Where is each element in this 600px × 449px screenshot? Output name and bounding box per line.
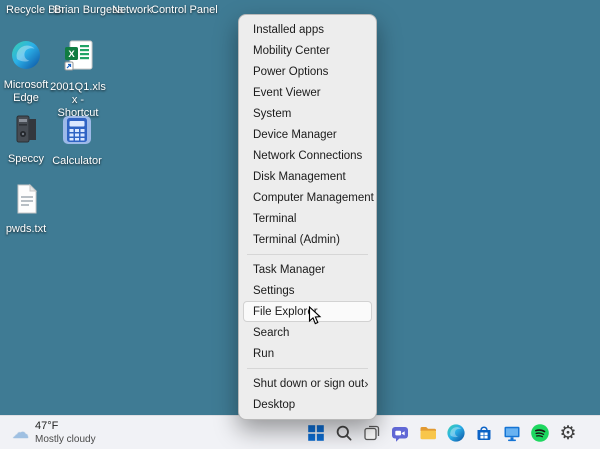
cloud-icon: ☁ [12,423,29,443]
file-explorer-button[interactable] [416,419,440,447]
windows-logo-icon [306,423,326,443]
edge-icon [446,423,466,443]
desktop-icon-label: pwds.txt [6,223,46,236]
desktop-icon-pwds-txt[interactable]: pwds.txt [1,183,51,236]
text-file-icon [10,183,42,220]
microsoft-store-icon [474,423,494,443]
submenu-chevron-icon: › [364,377,368,390]
display-app-button[interactable] [500,419,524,447]
menu-item-desktop[interactable]: Desktop [243,394,372,415]
menu-item-task-manager[interactable]: Task Manager [243,259,372,280]
menu-item-search[interactable]: Search [243,322,372,343]
task-view-button[interactable] [360,419,384,447]
desktop-icon-edge[interactable]: Microsoft Edge [1,39,51,105]
file-explorer-icon [418,423,438,443]
desktop-icon-speccy[interactable]: Speccy [1,113,51,166]
gear-icon: ⚙ [559,424,576,443]
weather-temperature: 47°F [35,420,96,433]
menu-item-shutdown-signout[interactable]: Shut down or sign out › [243,373,372,394]
start-button[interactable] [304,419,328,447]
speccy-icon [10,113,42,150]
svg-text:X: X [68,49,75,60]
weather-widget[interactable]: ☁ 47°F Mostly cloudy [8,419,100,447]
calculator-icon [60,113,94,152]
spotify-button[interactable] [528,419,552,447]
menu-item-system[interactable]: System [243,103,372,124]
menu-item-installed-apps[interactable]: Installed apps [243,19,372,40]
chat-button[interactable] [388,419,412,447]
spotify-icon [530,423,550,443]
edge-button[interactable] [444,419,468,447]
chat-icon [390,423,410,443]
menu-item-run[interactable]: Run [243,343,372,364]
menu-item-event-viewer[interactable]: Event Viewer [243,82,372,103]
menu-separator [247,368,368,369]
search-button[interactable] [332,419,356,447]
weather-condition: Mostly cloudy [35,434,96,446]
desktop-icon-label: Calculator [52,155,102,168]
taskbar: ☁ 47°F Mostly cloudy [0,415,600,449]
desktop-icon-label: Speccy [8,153,44,166]
desktop-icon-label: Microsoft Edge [1,79,51,105]
menu-item-network-connections[interactable]: Network Connections [243,145,372,166]
winx-context-menu: Installed apps Mobility Center Power Opt… [238,14,377,420]
menu-item-file-explorer[interactable]: File Explorer [243,301,372,322]
desktop-icon-control-panel[interactable]: Control Panel [151,4,218,16]
menu-item-terminal-admin[interactable]: Terminal (Admin) [243,229,372,250]
menu-separator [247,254,368,255]
desktop-icon-network[interactable]: Network [112,4,152,16]
store-button[interactable] [472,419,496,447]
desktop-icon-calculator[interactable]: Calculator [52,113,102,168]
menu-item-power-options[interactable]: Power Options [243,61,372,82]
task-view-icon [362,423,382,443]
menu-item-device-manager[interactable]: Device Manager [243,124,372,145]
desktop-icon-excel-shortcut[interactable]: X 2001Q1.xlsx - Shortcut [50,39,106,120]
menu-item-terminal[interactable]: Terminal [243,208,372,229]
settings-button[interactable]: ⚙ [556,419,580,447]
edge-icon [10,39,42,76]
menu-item-computer-management[interactable]: Computer Management [243,187,372,208]
search-icon [334,423,354,443]
excel-file-icon: X [61,39,95,78]
monitor-icon [502,423,522,443]
taskbar-icons: ⚙ [304,419,580,447]
menu-item-mobility-center[interactable]: Mobility Center [243,40,372,61]
menu-item-settings[interactable]: Settings [243,280,372,301]
menu-item-disk-management[interactable]: Disk Management [243,166,372,187]
